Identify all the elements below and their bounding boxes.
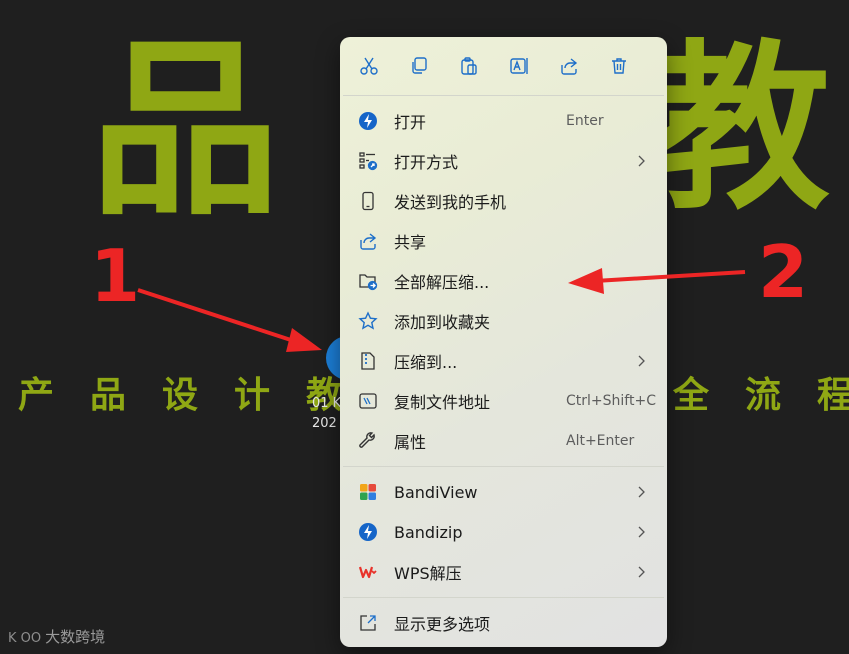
cut-icon[interactable] [356, 53, 382, 79]
bandizip-icon [358, 522, 378, 542]
menu-item-shortcut: Enter [566, 113, 604, 129]
rename-icon[interactable] [506, 53, 532, 79]
share-icon [358, 231, 378, 251]
menu-item-shortcut: Ctrl+Shift+C [566, 393, 656, 409]
subtitle-char: 产 [17, 375, 54, 416]
chevron-right-icon [636, 354, 646, 368]
paste-icon[interactable] [456, 53, 482, 79]
menu-item-wps-extract[interactable]: WPS解压 [344, 553, 663, 591]
annotation-number-1: 1 [90, 234, 141, 318]
wrench-icon [358, 431, 378, 451]
background-title-char-right: 教 [650, 25, 831, 234]
menu-item-compress-to[interactable]: 压缩到... [344, 342, 663, 380]
watermark-text: 大数跨境 [45, 628, 106, 646]
menu-item-open[interactable]: 打开 Enter [344, 102, 663, 140]
menu-item-show-more-options[interactable]: 显示更多选项 [344, 604, 663, 642]
menu-item-bandiview[interactable]: BandiView [344, 473, 663, 511]
menu-item-share[interactable]: 共享 [344, 222, 663, 260]
menu-item-label: BandiView [394, 482, 478, 502]
share-icon[interactable] [556, 53, 582, 79]
chevron-right-icon [636, 485, 646, 499]
annotation-number-2: 2 [758, 230, 809, 314]
menu-divider [343, 597, 664, 598]
background-title-char-left: 品 [90, 20, 281, 241]
context-menu-toolbar [340, 37, 667, 95]
menu-item-label: 属性 [394, 433, 427, 452]
menu-divider [343, 466, 664, 467]
watermark: K OO 大数跨境 [8, 626, 105, 647]
menu-item-open-with[interactable]: 打开方式 [344, 142, 663, 180]
menu-item-label: 打开方式 [394, 153, 459, 172]
menu-item-label: 显示更多选项 [394, 615, 491, 634]
copy-path-icon [358, 391, 378, 411]
zip-archive-icon [358, 351, 378, 371]
wps-icon [358, 562, 378, 582]
menu-item-label: WPS解压 [394, 564, 462, 583]
background-subtitle-right: 全流程 [655, 366, 849, 418]
subtitle-char: 计 [233, 375, 270, 416]
bandiview-icon [358, 482, 378, 502]
menu-item-label: 打开 [394, 113, 427, 132]
subtitle-char: 品 [89, 375, 126, 416]
copy-icon[interactable] [406, 53, 432, 79]
background-subtitle-left: 产品设计教 [0, 366, 360, 418]
menu-item-label: 全部解压缩... [394, 273, 490, 292]
menu-item-copy-path[interactable]: 复制文件地址 Ctrl+Shift+C [344, 382, 663, 420]
menu-item-label: 共享 [394, 233, 427, 252]
file-name-line2: 202 [312, 416, 337, 431]
extract-folder-icon [358, 271, 378, 291]
delete-icon[interactable] [606, 53, 632, 79]
bandizip-icon [358, 111, 378, 131]
star-icon [358, 311, 378, 331]
menu-item-label: 复制文件地址 [394, 393, 491, 412]
chevron-right-icon [636, 525, 646, 539]
file-name-line1: 01 K [312, 396, 342, 411]
chevron-right-icon [636, 154, 646, 168]
menu-item-bandizip[interactable]: Bandizip [344, 513, 663, 551]
subtitle-char: 流 [744, 375, 781, 416]
menu-item-add-favorites[interactable]: 添加到收藏夹 [344, 302, 663, 340]
context-menu: 打开 Enter 打开方式 发送到我的手机 共享 全部解压缩... 添加到收藏夹… [340, 37, 667, 647]
menu-item-send-to-phone[interactable]: 发送到我的手机 [344, 182, 663, 220]
menu-item-label: 添加到收藏夹 [394, 313, 491, 332]
menu-item-label: 压缩到... [394, 353, 458, 372]
watermark-logo-icon: K OO [8, 631, 42, 646]
menu-item-label: Bandizip [394, 522, 463, 542]
phone-icon [358, 191, 378, 211]
expand-window-icon [358, 613, 378, 633]
menu-item-label: 发送到我的手机 [394, 193, 507, 212]
subtitle-char: 设 [161, 375, 198, 416]
arrow-1 [137, 288, 322, 352]
menu-item-properties[interactable]: 属性 Alt+Enter [344, 422, 663, 460]
open-with-icon [358, 151, 378, 171]
menu-divider [343, 95, 664, 96]
menu-item-shortcut: Alt+Enter [566, 433, 635, 449]
menu-item-extract-all[interactable]: 全部解压缩... [344, 262, 663, 300]
subtitle-char: 程 [816, 375, 849, 416]
chevron-right-icon [636, 565, 646, 579]
